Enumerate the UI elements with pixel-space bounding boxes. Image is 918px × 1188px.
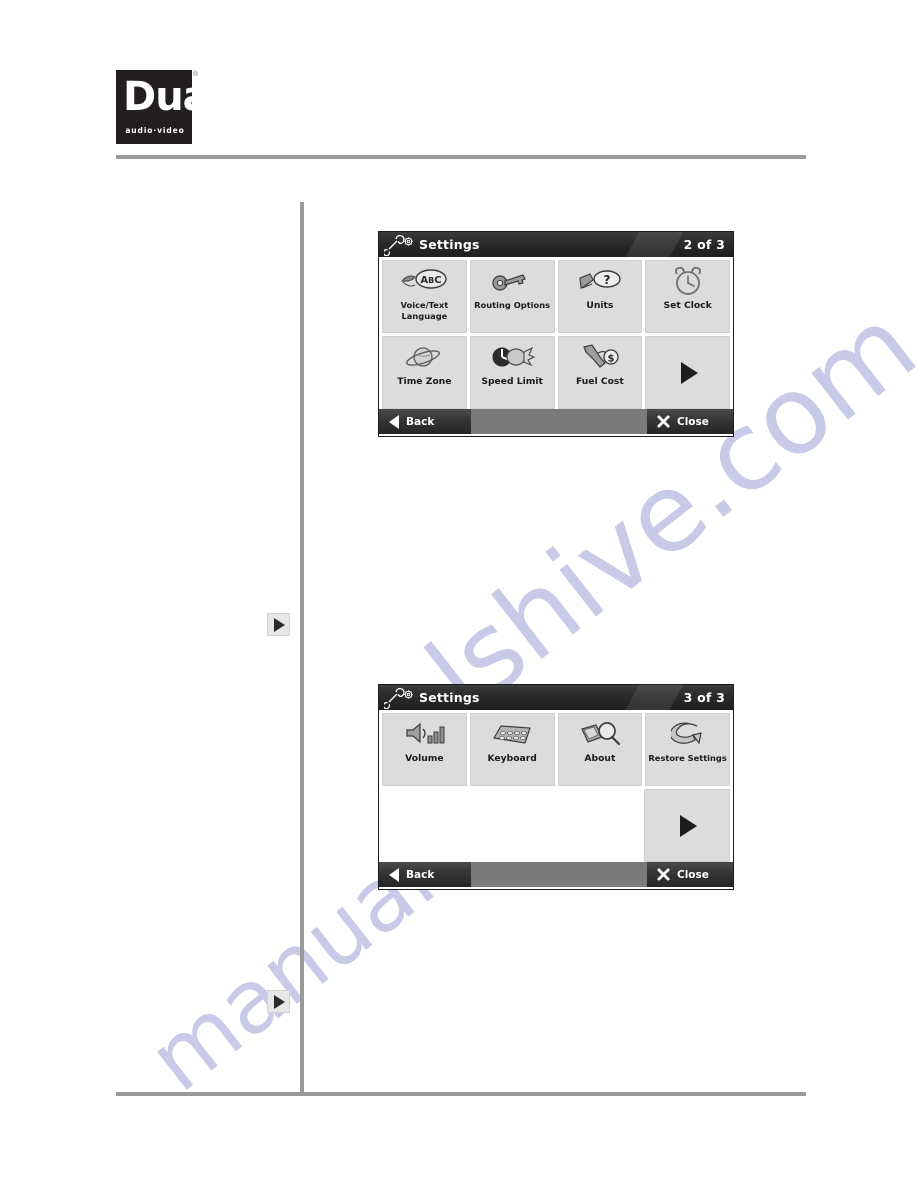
tile-routing-options[interactable]: Routing Options (469, 260, 555, 333)
tile-label: Routing Options (474, 300, 551, 310)
logo-tagline: audio·video (125, 126, 185, 135)
next-page-marker-2 (267, 990, 290, 1013)
alarm-clock-icon (662, 266, 714, 298)
settings-screen-page-2: Settings 2 of 3 ABC Voice/Text Language (378, 231, 734, 437)
tile-empty (557, 789, 641, 862)
tile-label: About (584, 753, 616, 764)
speaker-bars-icon (398, 719, 450, 751)
play-triangle-icon (274, 994, 285, 1009)
tile-label: Voice/Text Language (400, 300, 449, 321)
left-triangle-icon (389, 414, 399, 429)
next-page-button[interactable] (645, 336, 730, 409)
tile-row: Time Zone Speed Limit $ Fuel Cost (382, 336, 730, 409)
page-watermark: lshive.com manualshive (0, 0, 918, 1188)
tile-fuel-cost[interactable]: $ Fuel Cost (557, 336, 643, 409)
registered-trademark-symbol: ® (193, 71, 199, 78)
tile-volume[interactable]: Volume (382, 713, 467, 786)
next-page-button[interactable] (643, 789, 730, 862)
left-triangle-icon (389, 867, 399, 882)
dual-logo: Dual audio·video (116, 70, 222, 144)
tile-label: Speed Limit (481, 376, 543, 387)
play-triangle-icon (274, 617, 285, 632)
close-button-label: Close (677, 415, 709, 428)
close-button[interactable]: Close (647, 862, 733, 887)
tile-label: Keyboard (487, 753, 537, 764)
tile-speed-limit[interactable]: Speed Limit (469, 336, 555, 409)
tile-empty (469, 789, 553, 862)
tile-label: Fuel Cost (575, 376, 624, 387)
svg-text:?: ? (603, 273, 610, 287)
tile-label: Time Zone (397, 376, 452, 387)
x-close-icon (657, 415, 670, 428)
play-triangle-icon (680, 814, 698, 837)
page-indicator: 2 of 3 (683, 237, 725, 252)
settings-tile-grid: Volume Keyboard About Restore Settings (379, 710, 733, 862)
x-close-icon (657, 868, 670, 881)
tile-row: Volume Keyboard About Restore Settings (382, 713, 730, 786)
settings-tile-grid: ABC Voice/Text Language Routing Options (379, 257, 733, 409)
logo-wordmark: Dual (123, 74, 222, 120)
tile-set-clock[interactable]: Set Clock (645, 260, 730, 333)
planet-globe-icon (398, 342, 450, 374)
tile-about[interactable]: About (557, 713, 643, 786)
tile-label: Restore Settings (648, 753, 727, 763)
next-page-marker-1 (267, 613, 290, 636)
tile-keyboard[interactable]: Keyboard (469, 713, 555, 786)
screen-bottombar: Back Close (379, 409, 733, 434)
page-indicator: 3 of 3 (683, 690, 725, 705)
keypad-icon (486, 719, 538, 751)
column-divider (300, 202, 304, 1095)
tile-label: Units (586, 300, 614, 311)
footer-rule (116, 1092, 806, 1096)
back-button[interactable]: Back (379, 862, 471, 887)
screen-titlebar: Settings 2 of 3 (379, 232, 733, 257)
screen-bottombar: Back Close (379, 862, 733, 887)
wrench-gear-icon (384, 234, 413, 256)
svg-text:$: $ (607, 354, 614, 365)
tile-row: ABC Voice/Text Language Routing Options (382, 260, 730, 333)
tile-restore-settings[interactable]: Restore Settings (645, 713, 730, 786)
fuel-nozzle-dollar-icon: $ (574, 342, 626, 374)
lips-abc-icon: ABC (398, 266, 450, 298)
tile-voice-text-language[interactable]: ABC Voice/Text Language (382, 260, 467, 333)
device-magnifier-icon (574, 719, 626, 751)
back-button-label: Back (406, 415, 435, 428)
wrench-gear-icon (384, 687, 413, 709)
restore-arrow-icon (662, 719, 714, 751)
gear-key-icon (486, 266, 538, 298)
tile-units[interactable]: ? Units (557, 260, 643, 333)
svg-text:ABC: ABC (421, 275, 442, 286)
tile-label: Volume (405, 753, 444, 764)
close-button-label: Close (677, 868, 709, 881)
close-button[interactable]: Close (647, 409, 733, 434)
tile-row (382, 789, 730, 862)
header-rule (116, 155, 806, 159)
tile-label: Set Clock (663, 300, 712, 311)
settings-screen-page-3: Settings 3 of 3 Volume Keyboard About Re… (378, 684, 734, 890)
tile-time-zone[interactable]: Time Zone (382, 336, 467, 409)
screen-title: Settings (419, 690, 480, 705)
back-button[interactable]: Back (379, 409, 471, 434)
screen-titlebar: Settings 3 of 3 (379, 685, 733, 710)
play-triangle-icon (681, 361, 699, 384)
tile-empty (382, 789, 466, 862)
back-button-label: Back (406, 868, 435, 881)
screen-title: Settings (419, 237, 480, 252)
speedometer-icon (486, 342, 538, 374)
ruler-question-icon: ? (574, 266, 626, 298)
